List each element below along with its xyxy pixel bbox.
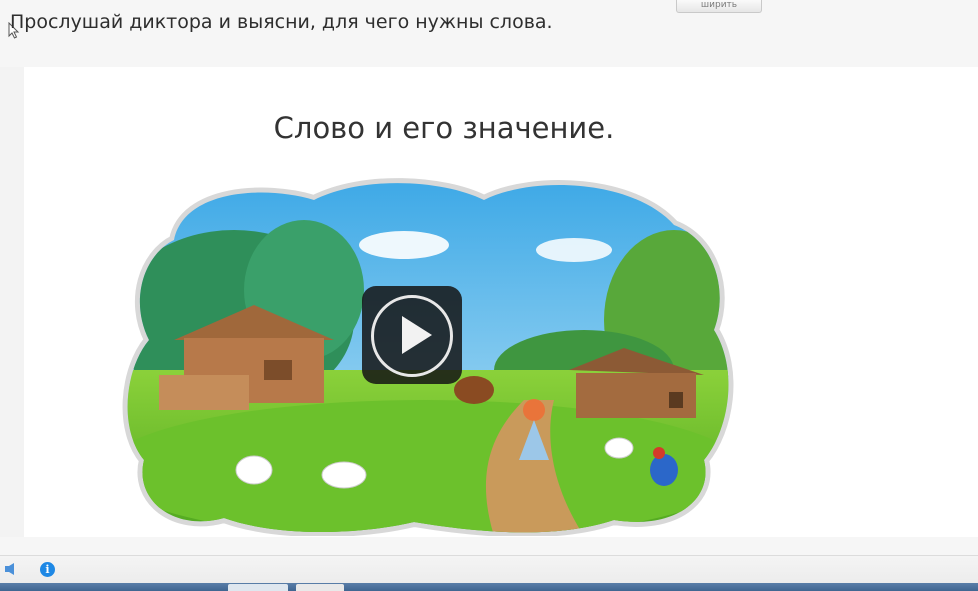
top-button[interactable]: ширить [676, 0, 762, 13]
slide-panel: Слово и его значение. [24, 67, 978, 537]
info-icon[interactable]: i [40, 562, 55, 577]
taskbar-item[interactable] [296, 584, 344, 591]
page: ширить Прослушай диктора и выясни, для ч… [0, 0, 978, 591]
video-play-button[interactable] [362, 286, 462, 384]
taskbar [0, 583, 978, 591]
slide-title: Слово и его значение. [273, 111, 615, 145]
taskbar-item[interactable] [228, 584, 288, 591]
speaker-icon[interactable] [4, 562, 16, 576]
instruction-text: Прослушай диктора и выясни, для чего нуж… [10, 11, 553, 33]
play-icon [402, 316, 432, 354]
left-margin [0, 67, 24, 537]
status-bar: i [0, 555, 978, 584]
